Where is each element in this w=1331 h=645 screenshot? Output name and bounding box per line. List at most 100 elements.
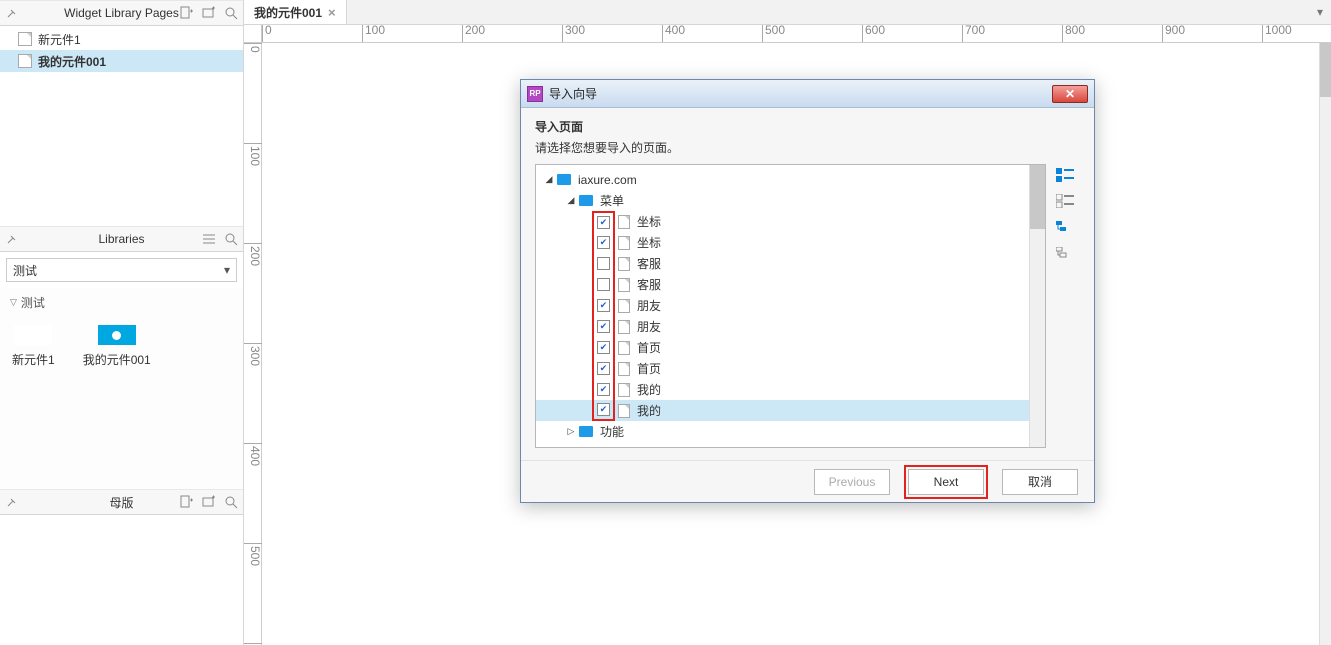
pin-icon[interactable]	[4, 231, 20, 247]
checkbox[interactable]	[597, 299, 610, 312]
library-group-label: 测试	[21, 294, 45, 311]
checkbox[interactable]	[597, 362, 610, 375]
collapse-icon[interactable]: ◢	[566, 195, 576, 206]
folder-icon	[579, 195, 593, 206]
node-label: 首页	[637, 339, 661, 356]
ruler-tick: 0	[262, 25, 272, 42]
node-label: 朋友	[637, 297, 661, 314]
widget-label: 新元件1	[12, 351, 55, 368]
expand-all-icon[interactable]	[1054, 218, 1076, 236]
document-tab[interactable]: 我的元件001 ×	[244, 0, 347, 24]
tree-node[interactable]: 我的	[536, 400, 1029, 421]
collapse-all-icon[interactable]	[1054, 244, 1076, 262]
checkbox[interactable]	[597, 216, 610, 229]
tabs-bar: 我的元件001 × ▾	[244, 0, 1331, 25]
ruler-tick: 800	[1062, 25, 1085, 42]
page-item[interactable]: 我的元件001	[0, 50, 243, 72]
widget-library-pages-header: Widget Library Pages	[0, 0, 243, 26]
tab-label: 我的元件001	[254, 4, 322, 21]
ruler-tick: 900	[1162, 25, 1185, 42]
tree-node[interactable]: ◢菜单	[536, 190, 1029, 211]
ruler-tick: 100	[244, 143, 262, 166]
add-page-icon[interactable]	[179, 5, 195, 21]
close-button[interactable]: ✕	[1052, 85, 1088, 103]
library-widget[interactable]: 我的元件001	[83, 325, 151, 368]
page-icon	[618, 257, 630, 271]
tree-node[interactable]: ▷ 功能	[536, 421, 1029, 442]
masters-tree	[0, 515, 243, 645]
node-label: 坐标	[637, 234, 661, 251]
chevron-down-icon: ▽	[10, 297, 17, 308]
dialog-title: 导入向导	[549, 85, 597, 102]
dialog-titlebar[interactable]: RP 导入向导 ✕	[521, 80, 1094, 108]
node-label: 客服	[637, 276, 661, 293]
menu-icon[interactable]	[201, 231, 217, 247]
tree-node[interactable]: 客服	[536, 253, 1029, 274]
tree-node[interactable]: 客服	[536, 274, 1029, 295]
canvas-scrollbar[interactable]	[1319, 43, 1331, 645]
cancel-button[interactable]: 取消	[1002, 469, 1078, 495]
node-label: 我的	[637, 402, 661, 419]
canvas[interactable]: RP 导入向导 ✕ 导入页面 请选择您想要导入的页面。 ◢iaxure.com◢…	[262, 43, 1319, 645]
search-icon[interactable]	[223, 5, 239, 21]
ruler-vertical: 0100200300400500600	[244, 43, 262, 645]
tree-node[interactable]: ◢ iaxure.com	[536, 169, 1029, 190]
checkbox[interactable]	[597, 383, 610, 396]
ruler-tick: 400	[244, 443, 262, 466]
add-folder-icon[interactable]	[201, 494, 217, 510]
dialog-heading: 导入页面	[535, 118, 1080, 135]
node-label: iaxure.com	[578, 173, 637, 187]
ruler-tick: 500	[762, 25, 785, 42]
tree-node[interactable]: 朋友	[536, 295, 1029, 316]
page-icon	[618, 404, 630, 418]
select-all-icon[interactable]	[1054, 166, 1076, 184]
widget-thumbnail	[98, 325, 136, 345]
checkbox[interactable]	[597, 341, 610, 354]
add-page-icon[interactable]	[179, 494, 195, 510]
close-icon[interactable]: ×	[328, 5, 336, 20]
checkbox[interactable]	[597, 257, 610, 270]
checkbox[interactable]	[597, 320, 610, 333]
search-icon[interactable]	[223, 494, 239, 510]
page-label: 我的元件001	[38, 53, 106, 70]
pin-icon[interactable]	[4, 5, 20, 21]
tree-node[interactable]: 坐标	[536, 232, 1029, 253]
node-label: 功能	[600, 423, 624, 440]
dialog-subheading: 请选择您想要导入的页面。	[535, 139, 1080, 156]
library-group-expander[interactable]: ▽ 测试	[0, 288, 243, 317]
page-icon	[618, 278, 630, 292]
next-button[interactable]: Next	[908, 469, 984, 495]
search-icon[interactable]	[223, 231, 239, 247]
ruler-tick: 200	[244, 243, 262, 266]
node-label: 首页	[637, 360, 661, 377]
tree-node[interactable]: 首页	[536, 358, 1029, 379]
checkbox[interactable]	[597, 278, 610, 291]
pin-icon[interactable]	[4, 494, 20, 510]
checkbox[interactable]	[597, 236, 610, 249]
masters-title: 母版	[109, 494, 133, 511]
previous-button[interactable]: Previous	[814, 469, 890, 495]
node-label: 我的	[637, 381, 661, 398]
app-icon: RP	[527, 86, 543, 102]
page-label: 新元件1	[38, 31, 81, 48]
tree-node[interactable]: 首页	[536, 337, 1029, 358]
tree-node[interactable]: 坐标	[536, 211, 1029, 232]
tabs-menu-icon[interactable]: ▾	[1309, 0, 1331, 24]
library-select[interactable]: 测试 ▾	[6, 258, 237, 282]
checkbox[interactable]	[597, 403, 610, 416]
tree-node[interactable]: 我的	[536, 379, 1029, 400]
add-folder-icon[interactable]	[201, 5, 217, 21]
collapse-icon[interactable]: ◢	[544, 174, 554, 185]
node-label: 朋友	[637, 318, 661, 335]
tree-node[interactable]: 朋友	[536, 316, 1029, 337]
library-widget[interactable]: 新元件1	[12, 325, 55, 368]
scrollbar[interactable]	[1029, 165, 1045, 447]
library-select-value: 测试	[13, 262, 37, 279]
page-icon	[618, 236, 630, 250]
node-label: 客服	[637, 255, 661, 272]
page-item[interactable]: 新元件1	[0, 28, 243, 50]
widget-library-pages-title: Widget Library Pages	[64, 6, 179, 20]
import-wizard-dialog: RP 导入向导 ✕ 导入页面 请选择您想要导入的页面。 ◢iaxure.com◢…	[520, 79, 1095, 503]
expand-icon[interactable]: ▷	[566, 426, 576, 437]
deselect-all-icon[interactable]	[1054, 192, 1076, 210]
